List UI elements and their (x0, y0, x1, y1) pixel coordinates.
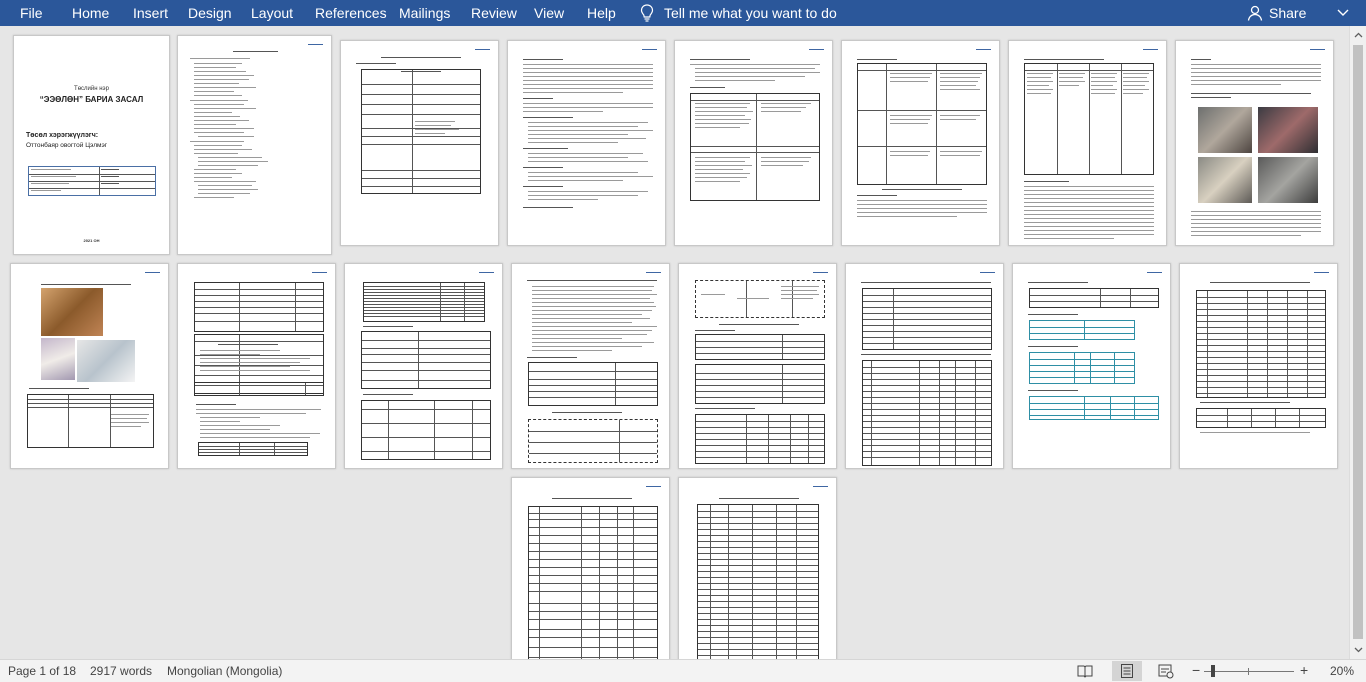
market-table (1024, 63, 1154, 175)
page-thumbnail[interactable]: ▬▬▬▬▬ (1175, 40, 1334, 246)
sauna-photo (41, 288, 103, 336)
info-table (361, 69, 481, 194)
share-button[interactable]: Share (1247, 0, 1306, 26)
share-label: Share (1269, 5, 1307, 21)
revenue-table (862, 288, 992, 350)
page-thumbnail[interactable]: ▬▬▬▬▬ (511, 263, 670, 469)
tab-references[interactable]: References (315, 0, 387, 26)
tell-me-label: Tell me what you want to do (664, 5, 837, 21)
equipment-table (528, 362, 658, 406)
zoom-out-button[interactable]: − (1192, 663, 1200, 677)
read-mode-icon[interactable] (1076, 663, 1094, 679)
page-thumbnail[interactable]: ▬▬▬▬▬ (177, 35, 332, 255)
web-layout-icon[interactable] (1157, 663, 1175, 679)
repayment-table (1029, 352, 1135, 384)
loan-table (1029, 320, 1135, 340)
page-thumbnail[interactable]: ▬▬▬▬▬ (674, 40, 833, 246)
loan-schedule-table (697, 504, 819, 659)
expense-table (862, 360, 992, 466)
equipment-photo (1198, 107, 1252, 153)
cost-table (695, 334, 825, 360)
zoom-in-button[interactable]: + (1300, 663, 1308, 677)
page-thumbnail[interactable]: ▬▬▬▬▬ (1008, 40, 1167, 246)
page-thumbnail[interactable]: ▬▬▬▬▬ (1179, 263, 1338, 469)
tell-me-search[interactable]: Tell me what you want to do (640, 0, 837, 26)
chevron-down-icon[interactable] (1336, 7, 1350, 19)
lightbulb-icon (640, 4, 654, 22)
comparison-table (690, 93, 820, 201)
cost-table (695, 364, 825, 404)
word-count[interactable]: 2917 words (90, 664, 152, 678)
zoom-slider[interactable] (1204, 671, 1294, 672)
cover-year: 2021 ОН (83, 238, 100, 243)
vertical-scrollbar[interactable] (1349, 26, 1366, 659)
document-area[interactable]: Төслийн нэр “ЭЭӨЛӨН” БАРИА ЗАСАЛ Төсөл х… (0, 26, 1349, 659)
zoom-slider-thumb[interactable] (1211, 665, 1215, 677)
tab-design[interactable]: Design (188, 0, 232, 26)
tab-file[interactable]: File (20, 0, 43, 26)
tab-mailings[interactable]: Mailings (399, 0, 450, 26)
cover-submitter-name: Оттонбаяр овогтой Цэлмэг (26, 142, 108, 149)
page-thumbnail[interactable]: ▬▬▬▬▬ (511, 477, 670, 659)
service-table (27, 394, 154, 448)
scroll-up-icon[interactable] (1353, 30, 1364, 41)
cover-title: “ЭЭӨЛӨН” БАРИА ЗАСАЛ (39, 95, 144, 104)
staff-table (363, 282, 485, 322)
tab-review[interactable]: Review (471, 0, 517, 26)
page-thumbnail[interactable]: ▬▬▬▬▬ (678, 263, 837, 469)
tab-layout[interactable]: Layout (251, 0, 293, 26)
dashed-table (528, 419, 658, 463)
zoom-slider-midmark (1248, 668, 1249, 675)
page-thumbnail[interactable]: ▬▬▬▬▬ (507, 40, 666, 246)
summary-table (194, 382, 324, 396)
tab-view[interactable]: View (534, 0, 564, 26)
page-thumbnail[interactable]: ▬▬▬▬▬ (340, 40, 499, 246)
person-icon (1247, 5, 1263, 21)
cover-line: Төслийн нэр (74, 86, 109, 92)
tab-help[interactable]: Help (587, 0, 616, 26)
page-thumbnail[interactable]: ▬▬▬▬▬ (845, 263, 1004, 469)
page-thumbnail[interactable]: ▬▬▬▬▬ (841, 40, 1000, 246)
status-bar: Page 1 of 18 2917 words Mongolian (Mongo… (0, 659, 1366, 682)
tab-home[interactable]: Home (72, 0, 109, 26)
equipment-photo (1258, 157, 1318, 203)
indicator-table (1196, 408, 1326, 428)
page-thumbnail[interactable]: ▬▬▬▬▬ (177, 263, 336, 469)
therapy-photo (41, 338, 75, 380)
schedule-table (1029, 396, 1159, 420)
page-thumbnail[interactable]: ▬▬▬▬▬ (344, 263, 503, 469)
page-thumbnail[interactable]: ▬▬▬▬▬ (678, 477, 837, 659)
cover-submitter-label: Төсөл хэрэгжүүлэгч: (26, 132, 99, 139)
ribbon-bar: File Home Insert Design Layout Reference… (0, 0, 1366, 26)
equipment-photo (1258, 107, 1318, 153)
loan-table (1029, 288, 1159, 308)
role-table (361, 400, 491, 460)
financial-table (528, 506, 658, 659)
tab-insert[interactable]: Insert (133, 0, 168, 26)
scrollbar-thumb[interactable] (1353, 45, 1363, 639)
plan-table (194, 282, 324, 332)
page-thumbnail[interactable]: ▬▬▬▬▬ (1012, 263, 1171, 469)
budget-table (695, 414, 825, 464)
small-table (198, 442, 308, 456)
cashflow-table (1196, 290, 1326, 398)
page-count[interactable]: Page 1 of 18 (8, 664, 76, 678)
equipment-photo (1198, 157, 1252, 203)
print-layout-icon (1121, 664, 1133, 678)
print-layout-button[interactable] (1112, 661, 1142, 681)
scroll-down-icon[interactable] (1353, 644, 1364, 655)
page-thumbnail[interactable]: Төслийн нэр “ЭЭӨЛӨН” БАРИА ЗАСАЛ Төсөл х… (13, 35, 170, 255)
cover-table (28, 166, 156, 196)
zoom-level[interactable]: 20% (1330, 664, 1354, 678)
device-photo (77, 340, 135, 382)
language-indicator[interactable]: Mongolian (Mongolia) (167, 664, 282, 678)
page-thumbnail[interactable]: ▬▬▬▬▬ (10, 263, 169, 469)
duty-table (361, 331, 491, 389)
